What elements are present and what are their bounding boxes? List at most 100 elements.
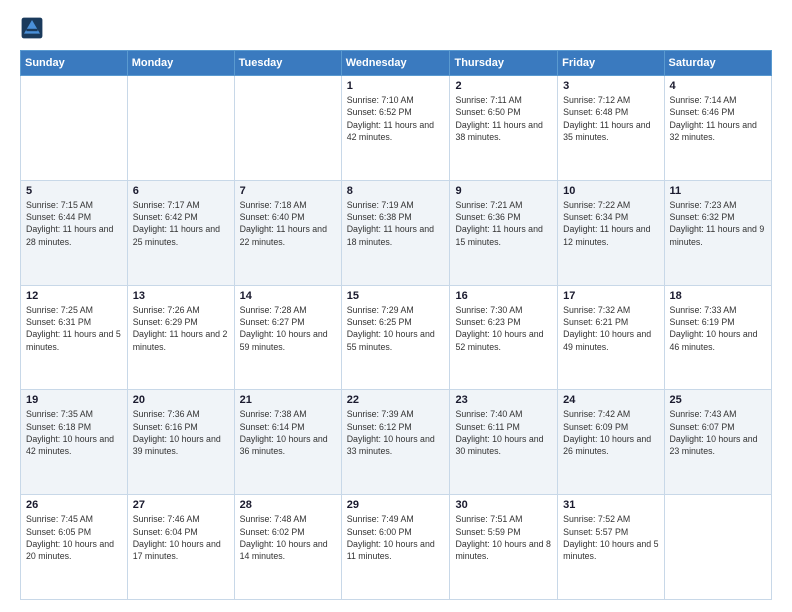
table-row: 18 Sunrise: 7:33 AM Sunset: 6:19 PM Dayli… (664, 285, 771, 390)
day-info: Sunrise: 7:40 AM Sunset: 6:11 PM Dayligh… (455, 408, 552, 457)
day-number: 29 (347, 499, 445, 511)
logo (20, 16, 48, 40)
table-row: 26 Sunrise: 7:45 AM Sunset: 6:05 PM Dayli… (21, 495, 128, 600)
table-row: 1Sunrise: 7:10 AM Sunset: 6:52 PM Daylig… (341, 76, 450, 181)
header-monday: Monday (127, 51, 234, 76)
table-row: 30 Sunrise: 7:51 AM Sunset: 5:59 PM Dayli… (450, 495, 558, 600)
day-info: Sunrise: 7:19 AM Sunset: 6:38 PM Dayligh… (347, 199, 445, 248)
day-info: Sunrise: 7:23 AM Sunset: 6:32 PM Dayligh… (670, 199, 766, 248)
day-number: 13 (133, 290, 229, 302)
day-number: 26 (26, 499, 122, 511)
table-row: 14 Sunrise: 7:28 AM Sunset: 6:27 PM Dayli… (234, 285, 341, 390)
table-row: 6 Sunrise: 7:17 AM Sunset: 6:42 PM Daylig… (127, 180, 234, 285)
day-info: Sunrise: 7:42 AM Sunset: 6:09 PM Dayligh… (563, 408, 658, 457)
day-number: 24 (563, 394, 658, 406)
table-row (127, 76, 234, 181)
day-info: Sunrise: 7:33 AM Sunset: 6:19 PM Dayligh… (670, 304, 766, 353)
day-number: 3 (563, 80, 658, 92)
weekday-header-row: Sunday Monday Tuesday Wednesday Thursday… (21, 51, 772, 76)
table-row: 29Sunrise: 7:49 AM Sunset: 6:00 PM Dayli… (341, 495, 450, 600)
table-row: 8 Sunrise: 7:19 AM Sunset: 6:38 PM Daylig… (341, 180, 450, 285)
calendar-row: 19 Sunrise: 7:35 AM Sunset: 6:18 PM Dayli… (21, 390, 772, 495)
calendar-header: Sunday Monday Tuesday Wednesday Thursday… (21, 51, 772, 76)
table-row: 23 Sunrise: 7:40 AM Sunset: 6:11 PM Dayli… (450, 390, 558, 495)
day-number: 9 (455, 185, 552, 197)
day-info: Sunrise: 7:17 AM Sunset: 6:42 PM Dayligh… (133, 199, 229, 248)
table-row: 22Sunrise: 7:39 AM Sunset: 6:12 PM Dayli… (341, 390, 450, 495)
table-row: 19 Sunrise: 7:35 AM Sunset: 6:18 PM Dayli… (21, 390, 128, 495)
day-number: 23 (455, 394, 552, 406)
table-row: 15 Sunrise: 7:29 AM Sunset: 6:25 PM Dayli… (341, 285, 450, 390)
table-row: 2 Sunrise: 7:11 AM Sunset: 6:50 PM Daylig… (450, 76, 558, 181)
day-number: 15 (347, 290, 445, 302)
day-info: Sunrise: 7:51 AM Sunset: 5:59 PM Dayligh… (455, 513, 552, 562)
day-number: 18 (670, 290, 766, 302)
table-row: 31Sunrise: 7:52 AM Sunset: 5:57 PM Dayli… (558, 495, 664, 600)
day-number: 20 (133, 394, 229, 406)
header (20, 16, 772, 40)
day-number: 16 (455, 290, 552, 302)
table-row: 4 Sunrise: 7:14 AM Sunset: 6:46 PM Daylig… (664, 76, 771, 181)
day-info: Sunrise: 7:29 AM Sunset: 6:25 PM Dayligh… (347, 304, 445, 353)
header-thursday: Thursday (450, 51, 558, 76)
table-row: 11Sunrise: 7:23 AM Sunset: 6:32 PM Dayli… (664, 180, 771, 285)
table-row: 3 Sunrise: 7:12 AM Sunset: 6:48 PM Daylig… (558, 76, 664, 181)
day-info: Sunrise: 7:14 AM Sunset: 6:46 PM Dayligh… (670, 94, 766, 143)
table-row: 12 Sunrise: 7:25 AM Sunset: 6:31 PM Dayli… (21, 285, 128, 390)
day-info: Sunrise: 7:21 AM Sunset: 6:36 PM Dayligh… (455, 199, 552, 248)
day-number: 4 (670, 80, 766, 92)
day-info: Sunrise: 7:35 AM Sunset: 6:18 PM Dayligh… (26, 408, 122, 457)
day-number: 12 (26, 290, 122, 302)
day-number: 10 (563, 185, 658, 197)
day-info: Sunrise: 7:11 AM Sunset: 6:50 PM Dayligh… (455, 94, 552, 143)
table-row (664, 495, 771, 600)
day-info: Sunrise: 7:43 AM Sunset: 6:07 PM Dayligh… (670, 408, 766, 457)
day-number: 8 (347, 185, 445, 197)
day-info: Sunrise: 7:39 AM Sunset: 6:12 PM Dayligh… (347, 408, 445, 457)
table-row: 28 Sunrise: 7:48 AM Sunset: 6:02 PM Dayli… (234, 495, 341, 600)
day-number: 6 (133, 185, 229, 197)
page: Sunday Monday Tuesday Wednesday Thursday… (0, 0, 792, 612)
table-row: 9 Sunrise: 7:21 AM Sunset: 6:36 PM Daylig… (450, 180, 558, 285)
day-number: 27 (133, 499, 229, 511)
day-number: 14 (240, 290, 336, 302)
day-info: Sunrise: 7:48 AM Sunset: 6:02 PM Dayligh… (240, 513, 336, 562)
table-row: 16 Sunrise: 7:30 AM Sunset: 6:23 PM Dayli… (450, 285, 558, 390)
day-info: Sunrise: 7:45 AM Sunset: 6:05 PM Dayligh… (26, 513, 122, 562)
day-info: Sunrise: 7:10 AM Sunset: 6:52 PM Dayligh… (347, 94, 445, 143)
header-tuesday: Tuesday (234, 51, 341, 76)
day-info: Sunrise: 7:52 AM Sunset: 5:57 PM Dayligh… (563, 513, 658, 562)
table-row: 7Sunrise: 7:18 AM Sunset: 6:40 PM Daylig… (234, 180, 341, 285)
day-info: Sunrise: 7:22 AM Sunset: 6:34 PM Dayligh… (563, 199, 658, 248)
table-row (21, 76, 128, 181)
day-number: 28 (240, 499, 336, 511)
header-friday: Friday (558, 51, 664, 76)
calendar-body: 1Sunrise: 7:10 AM Sunset: 6:52 PM Daylig… (21, 76, 772, 600)
table-row: 10 Sunrise: 7:22 AM Sunset: 6:34 PM Dayli… (558, 180, 664, 285)
table-row: 5 Sunrise: 7:15 AM Sunset: 6:44 PM Daylig… (21, 180, 128, 285)
table-row: 20 Sunrise: 7:36 AM Sunset: 6:16 PM Dayli… (127, 390, 234, 495)
day-info: Sunrise: 7:25 AM Sunset: 6:31 PM Dayligh… (26, 304, 122, 353)
day-info: Sunrise: 7:36 AM Sunset: 6:16 PM Dayligh… (133, 408, 229, 457)
day-info: Sunrise: 7:12 AM Sunset: 6:48 PM Dayligh… (563, 94, 658, 143)
header-wednesday: Wednesday (341, 51, 450, 76)
day-number: 5 (26, 185, 122, 197)
table-row: 17Sunrise: 7:32 AM Sunset: 6:21 PM Dayli… (558, 285, 664, 390)
table-row: 24 Sunrise: 7:42 AM Sunset: 6:09 PM Dayli… (558, 390, 664, 495)
day-info: Sunrise: 7:18 AM Sunset: 6:40 PM Dayligh… (240, 199, 336, 248)
day-info: Sunrise: 7:28 AM Sunset: 6:27 PM Dayligh… (240, 304, 336, 353)
day-info: Sunrise: 7:15 AM Sunset: 6:44 PM Dayligh… (26, 199, 122, 248)
calendar-row: 12 Sunrise: 7:25 AM Sunset: 6:31 PM Dayli… (21, 285, 772, 390)
table-row: 21Sunrise: 7:38 AM Sunset: 6:14 PM Dayli… (234, 390, 341, 495)
calendar-row: 1Sunrise: 7:10 AM Sunset: 6:52 PM Daylig… (21, 76, 772, 181)
logo-icon (20, 16, 44, 40)
day-number: 2 (455, 80, 552, 92)
table-row: 27Sunrise: 7:46 AM Sunset: 6:04 PM Dayli… (127, 495, 234, 600)
calendar-row: 26 Sunrise: 7:45 AM Sunset: 6:05 PM Dayli… (21, 495, 772, 600)
day-info: Sunrise: 7:26 AM Sunset: 6:29 PM Dayligh… (133, 304, 229, 353)
day-info: Sunrise: 7:30 AM Sunset: 6:23 PM Dayligh… (455, 304, 552, 353)
day-number: 19 (26, 394, 122, 406)
day-number: 30 (455, 499, 552, 511)
day-number: 25 (670, 394, 766, 406)
day-info: Sunrise: 7:38 AM Sunset: 6:14 PM Dayligh… (240, 408, 336, 457)
